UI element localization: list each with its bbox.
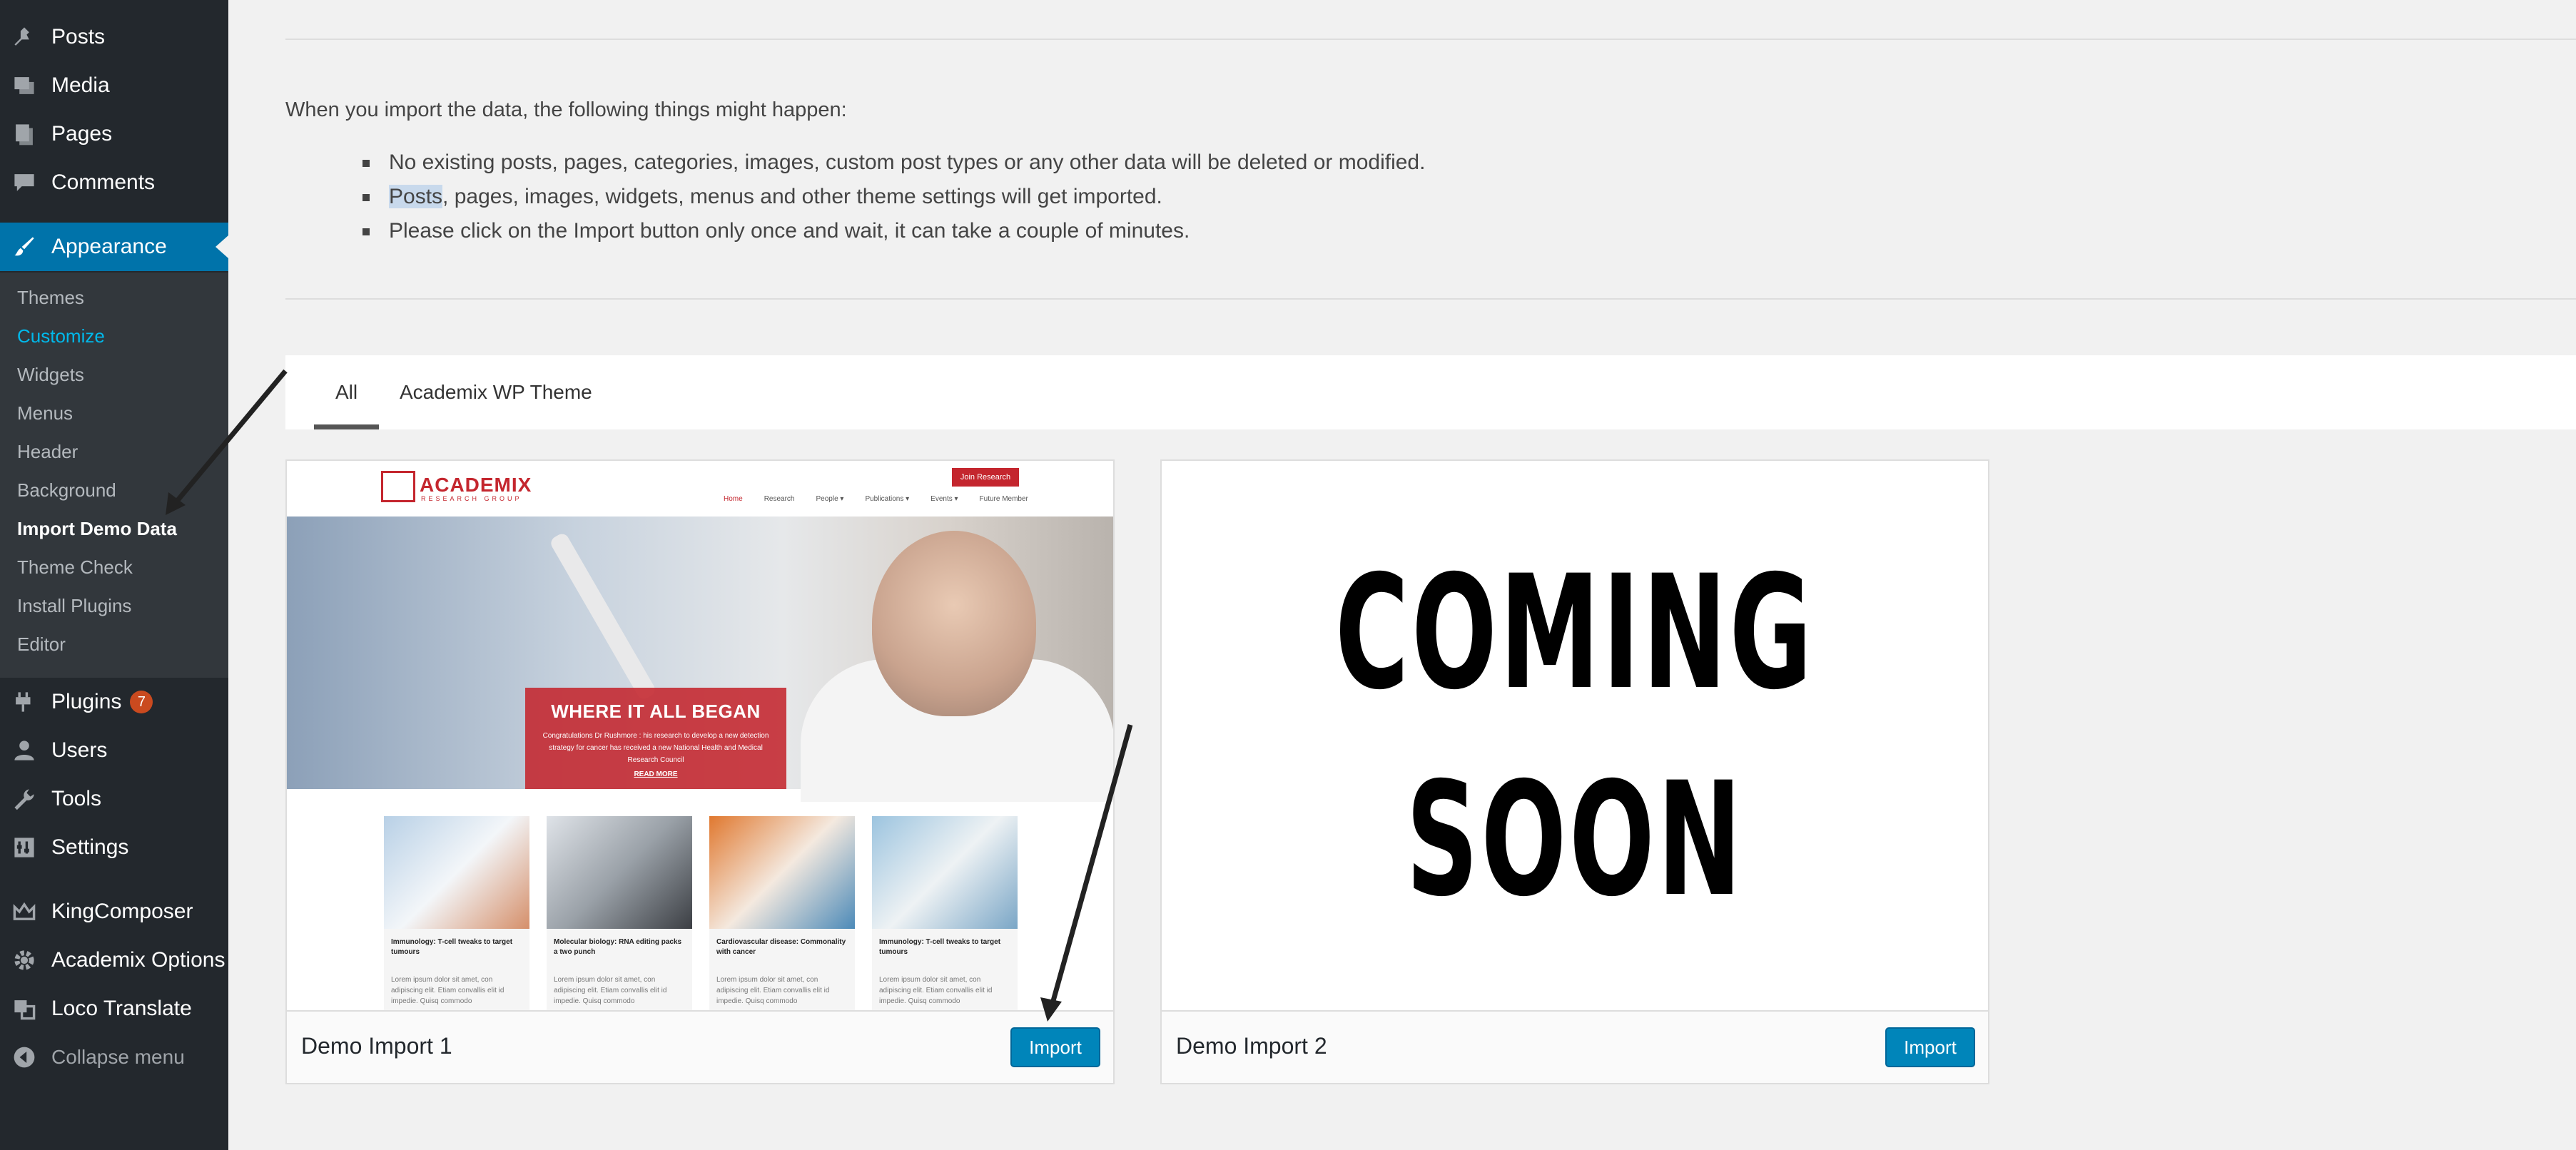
arrow-to-import-demo-data bbox=[173, 369, 288, 506]
arrow-to-import-button bbox=[1049, 724, 1133, 1007]
annotation-arrows bbox=[166, 369, 1133, 1022]
arrowhead-icon bbox=[1040, 997, 1062, 1022]
